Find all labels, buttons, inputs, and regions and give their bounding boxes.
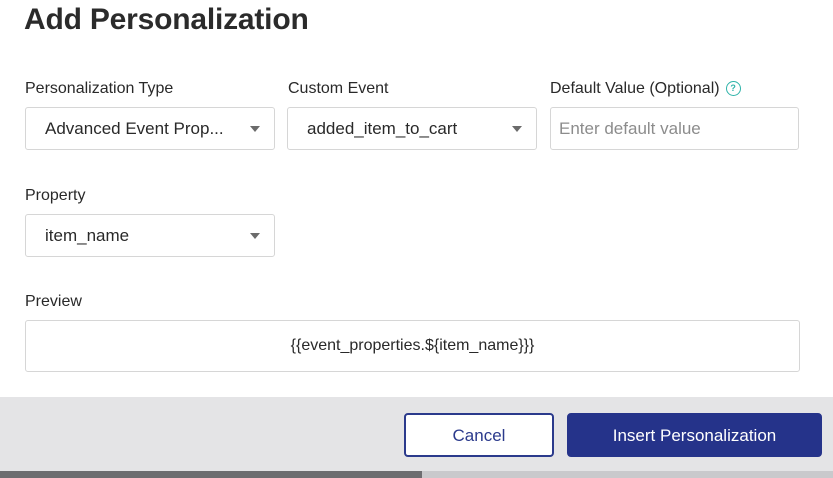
chevron-down-icon — [250, 126, 260, 132]
property-value: item_name — [45, 226, 130, 245]
insert-personalization-button[interactable]: Insert Personalization — [567, 413, 822, 457]
preview-box: {{event_properties.${item_name}}} — [25, 320, 800, 372]
dialog-title: Add Personalization — [24, 3, 309, 36]
personalization-type-value: Advanced Event Prop... — [45, 119, 224, 138]
footer-bottom-bar — [0, 471, 833, 478]
cancel-button[interactable]: Cancel — [404, 413, 554, 457]
custom-event-select[interactable]: added_item_to_cart — [287, 107, 537, 150]
help-circle-icon[interactable]: ? — [725, 81, 741, 96]
property-label: Property — [25, 187, 86, 204]
preview-label: Preview — [25, 293, 82, 310]
chevron-down-icon — [512, 126, 522, 132]
chevron-down-icon — [250, 233, 260, 239]
default-value-input[interactable] — [550, 107, 799, 150]
personalization-type-select[interactable]: Advanced Event Prop... — [25, 107, 275, 150]
default-value-label-row: Default Value (Optional)? — [550, 79, 741, 99]
custom-event-label: Custom Event — [288, 80, 389, 97]
custom-event-value: added_item_to_cart — [307, 119, 458, 138]
property-select[interactable]: item_name — [25, 214, 275, 257]
footer-bottom-bar-dark — [0, 471, 422, 478]
add-personalization-dialog: Add Personalization Personalization Type… — [0, 0, 833, 478]
personalization-type-label: Personalization Type — [25, 80, 174, 97]
default-value-label: Default Value (Optional) — [550, 80, 720, 97]
